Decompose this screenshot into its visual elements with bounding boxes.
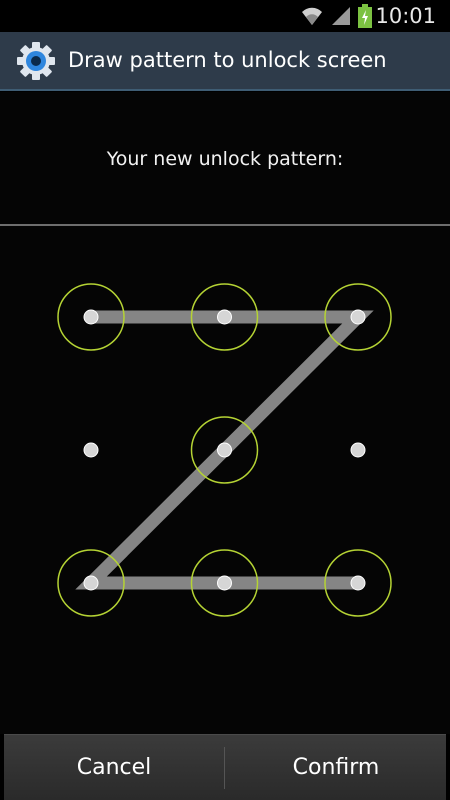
pattern-area[interactable] — [0, 226, 450, 734]
signal-icon — [330, 5, 352, 31]
pattern-dot-5[interactable] — [190, 416, 259, 484]
settings-gear-icon — [15, 40, 57, 82]
pattern-dot-center-7 — [83, 575, 99, 591]
pattern-dot-center-9 — [350, 575, 366, 591]
wifi-icon — [300, 5, 324, 31]
status-time: 10:01 — [375, 4, 436, 28]
pattern-dot-center-4 — [83, 442, 99, 458]
pattern-dot-center-8 — [217, 575, 232, 591]
status-bar: 10:01 — [0, 0, 450, 32]
cancel-button[interactable]: Cancel — [4, 735, 224, 800]
button-separator — [224, 747, 225, 789]
page-title: Draw pattern to unlock screen — [68, 48, 387, 72]
pattern-dot-4[interactable] — [83, 442, 99, 458]
pattern-dot-center-2 — [217, 309, 232, 325]
header-message: Your new unlock pattern: — [0, 92, 450, 224]
confirm-button[interactable]: Confirm — [226, 735, 446, 800]
pattern-prompt: Your new unlock pattern: — [106, 148, 344, 170]
pattern-grid[interactable] — [0, 226, 450, 734]
button-bar: Cancel Confirm — [4, 734, 446, 800]
pattern-dot-center-1 — [83, 309, 99, 325]
pattern-dot-6[interactable] — [350, 442, 366, 458]
pattern-dot-center-6 — [350, 442, 366, 458]
pattern-dot-center-5 — [217, 442, 232, 458]
title-bar: Draw pattern to unlock screen — [0, 32, 450, 91]
battery-charging-icon — [358, 4, 372, 32]
pattern-dot-center-3 — [350, 309, 366, 325]
